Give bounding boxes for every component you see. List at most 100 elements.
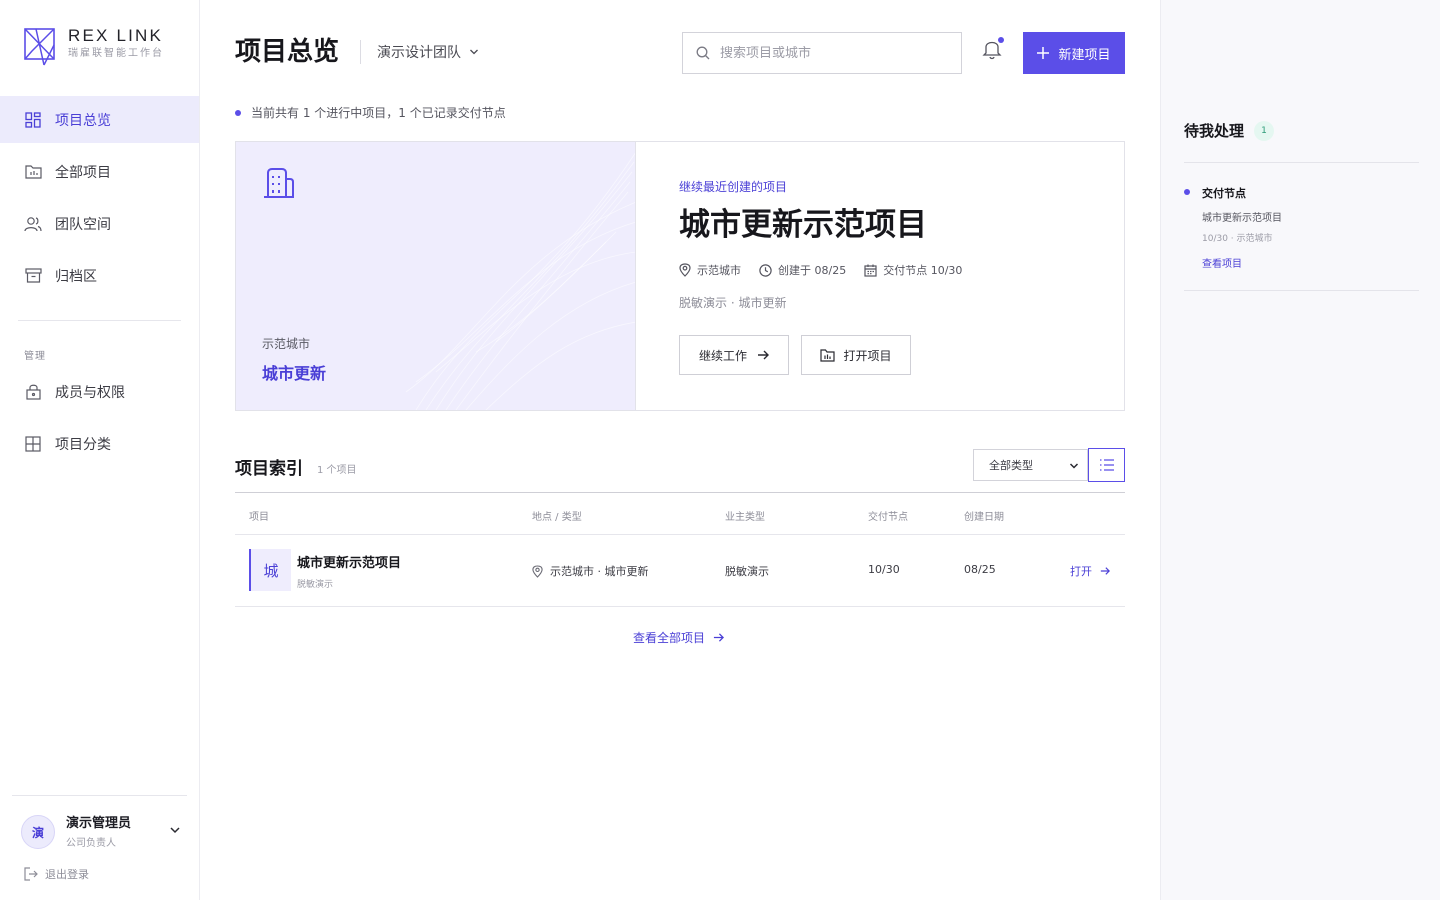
status-dot — [235, 109, 241, 116]
sidebar-item-team-space[interactable]: 团队空间 — [0, 200, 199, 247]
chevron-down-icon — [1069, 463, 1079, 469]
created-date: 08/25 — [964, 563, 996, 576]
new-project-label: 新建项目 — [1058, 46, 1111, 62]
project-subtitle: 脱敏演示 — [297, 580, 334, 590]
meta-delivery: 交付节点 10/30 — [883, 264, 963, 277]
open-row-link[interactable]: 打开 — [1070, 563, 1110, 579]
location-text: 示范城市 · 城市更新 — [550, 565, 649, 578]
project-index-title: 项目索引 — [235, 459, 303, 479]
sidebar: REX LINK 瑞雇联智能工作台 项目总览 全部项目 团队空间 归档区 管理 … — [0, 0, 200, 900]
notifications-button[interactable] — [982, 37, 1004, 62]
folder-open-icon — [820, 348, 836, 362]
sidebar-item-label: 项目总览 — [55, 112, 111, 129]
brand-logo[interactable]: REX LINK 瑞雇联智能工作台 — [24, 25, 164, 69]
open-project-button[interactable]: 打开项目 — [801, 335, 911, 375]
sidebar-item-label: 归档区 — [55, 268, 97, 285]
sidebar-item-archive[interactable]: 归档区 — [0, 252, 199, 299]
page-title: 项目总览 — [235, 37, 340, 67]
user-menu[interactable]: 演 演示管理员 公司负责人 — [21, 814, 181, 850]
sidebar-item-members[interactable]: 成员与权限 — [0, 368, 199, 415]
arrow-right-icon — [1100, 567, 1110, 575]
cover-city: 示范城市 — [262, 337, 311, 351]
table-row[interactable]: 城 城市更新示范项目 脱敏演示 示范城市 · 城市更新 脱敏演示 10/30 0… — [235, 535, 1125, 607]
project-location: 示范城市 · 城市更新 — [532, 563, 649, 579]
list-icon — [1099, 459, 1114, 471]
archive-icon — [24, 267, 42, 285]
sidebar-manage-nav: 成员与权限 项目分类 — [0, 368, 199, 472]
calendar-icon — [864, 264, 877, 277]
team-name: 演示设计团队 — [377, 45, 461, 61]
plus-icon — [1037, 47, 1050, 59]
clock-icon — [759, 263, 772, 277]
project-cover: 示范城市 城市更新 — [236, 142, 636, 410]
user-divider — [12, 795, 187, 796]
users-icon — [24, 215, 42, 233]
grid-icon — [24, 111, 42, 129]
status-text: 当前共有 1 个进行中项目，1 个已记录交付节点 — [251, 106, 506, 120]
chevron-down-icon — [470, 49, 478, 55]
view-project-link[interactable]: 查看项目 — [1202, 255, 1242, 270]
grid-squares-icon — [24, 435, 42, 453]
type-filter-select[interactable]: 全部类型 — [973, 449, 1088, 481]
sidebar-divider — [18, 320, 181, 321]
search-icon — [696, 46, 710, 60]
brand-name: REX LINK — [68, 26, 164, 45]
table-header: 项目 地点 / 类型 业主类型 交付节点 创建日期 — [235, 492, 1125, 535]
view-all-projects-link[interactable]: 查看全部项目 — [633, 629, 725, 646]
search-input[interactable] — [720, 45, 940, 61]
col-created: 创建日期 — [964, 512, 1004, 523]
sidebar-item-categories[interactable]: 项目分类 — [0, 420, 199, 467]
col-project: 项目 — [249, 512, 269, 523]
list-view-toggle[interactable] — [1088, 448, 1125, 482]
manage-section-label: 管理 — [24, 351, 46, 362]
view-all-label: 查看全部项目 — [633, 631, 706, 645]
logout-icon — [24, 867, 38, 881]
team-selector[interactable]: 演示设计团队 — [377, 42, 479, 62]
project-table: 项目 地点 / 类型 业主类型 交付节点 创建日期 城 城市更新示范项目 脱敏演… — [235, 492, 1125, 607]
project-tags: 脱敏演示 · 城市更新 — [679, 296, 787, 310]
logout-button[interactable]: 退出登录 — [24, 866, 89, 882]
user-role: 公司负责人 — [66, 838, 116, 849]
title-divider — [360, 40, 361, 64]
main-content: 项目总览 演示设计团队 新建项目 当前共有 1 个进行中项目，1 个已记录交付节… — [200, 0, 1160, 900]
logout-label: 退出登录 — [45, 868, 89, 881]
sidebar-item-all-projects[interactable]: 全部项目 — [0, 148, 199, 195]
recent-project-card: 示范城市 城市更新 继续最近创建的项目 城市更新示范项目 示范城市 创建于 08… — [235, 141, 1125, 411]
search-box — [682, 32, 962, 74]
avatar: 演 — [21, 815, 55, 849]
status-summary: 当前共有 1 个进行中项目，1 个已记录交付节点 — [235, 104, 506, 121]
type-filter-value: 全部类型 — [989, 459, 1033, 472]
todo-title-text: 待我处理 — [1184, 122, 1245, 140]
col-owner-type: 业主类型 — [725, 512, 765, 523]
project-title: 城市更新示范项目 — [679, 207, 927, 243]
user-name: 演示管理员 — [66, 816, 132, 831]
sidebar-item-label: 全部项目 — [55, 164, 111, 181]
owner-type: 脱敏演示 — [725, 565, 769, 578]
todo-item-project: 城市更新示范项目 — [1202, 213, 1282, 224]
lock-icon — [24, 383, 42, 401]
sidebar-item-label: 成员与权限 — [55, 384, 125, 401]
project-meta: 示范城市 创建于 08/25 交付节点 10/30 — [679, 262, 980, 278]
sidebar-nav: 项目总览 全部项目 团队空间 归档区 — [0, 96, 199, 304]
open-project-label: 打开项目 — [843, 348, 892, 363]
project-thumbnail: 城 — [249, 549, 291, 591]
new-project-button[interactable]: 新建项目 — [1023, 32, 1125, 74]
col-delivery: 交付节点 — [868, 512, 908, 523]
project-count: 1 个项目 — [317, 465, 357, 476]
meta-location: 示范城市 — [697, 264, 741, 277]
meta-created: 创建于 08/25 — [778, 264, 847, 277]
continue-work-button[interactable]: 继续工作 — [679, 335, 789, 375]
delivery-date: 10/30 — [868, 563, 900, 576]
todo-divider — [1184, 162, 1419, 163]
folder-icon — [24, 163, 42, 181]
project-name: 城市更新示范项目 — [297, 556, 402, 571]
sidebar-item-overview[interactable]: 项目总览 — [0, 96, 199, 143]
todo-title: 待我处理 1 — [1184, 120, 1275, 141]
todo-divider — [1184, 290, 1419, 291]
chevron-down-icon — [170, 827, 180, 834]
location-pin-icon — [679, 263, 691, 277]
rex-link-logo-icon — [24, 28, 55, 66]
card-eyebrow: 继续最近创建的项目 — [679, 180, 788, 194]
todo-count-badge: 1 — [1254, 120, 1275, 141]
brand-subtitle: 瑞雇联智能工作台 — [68, 48, 164, 59]
